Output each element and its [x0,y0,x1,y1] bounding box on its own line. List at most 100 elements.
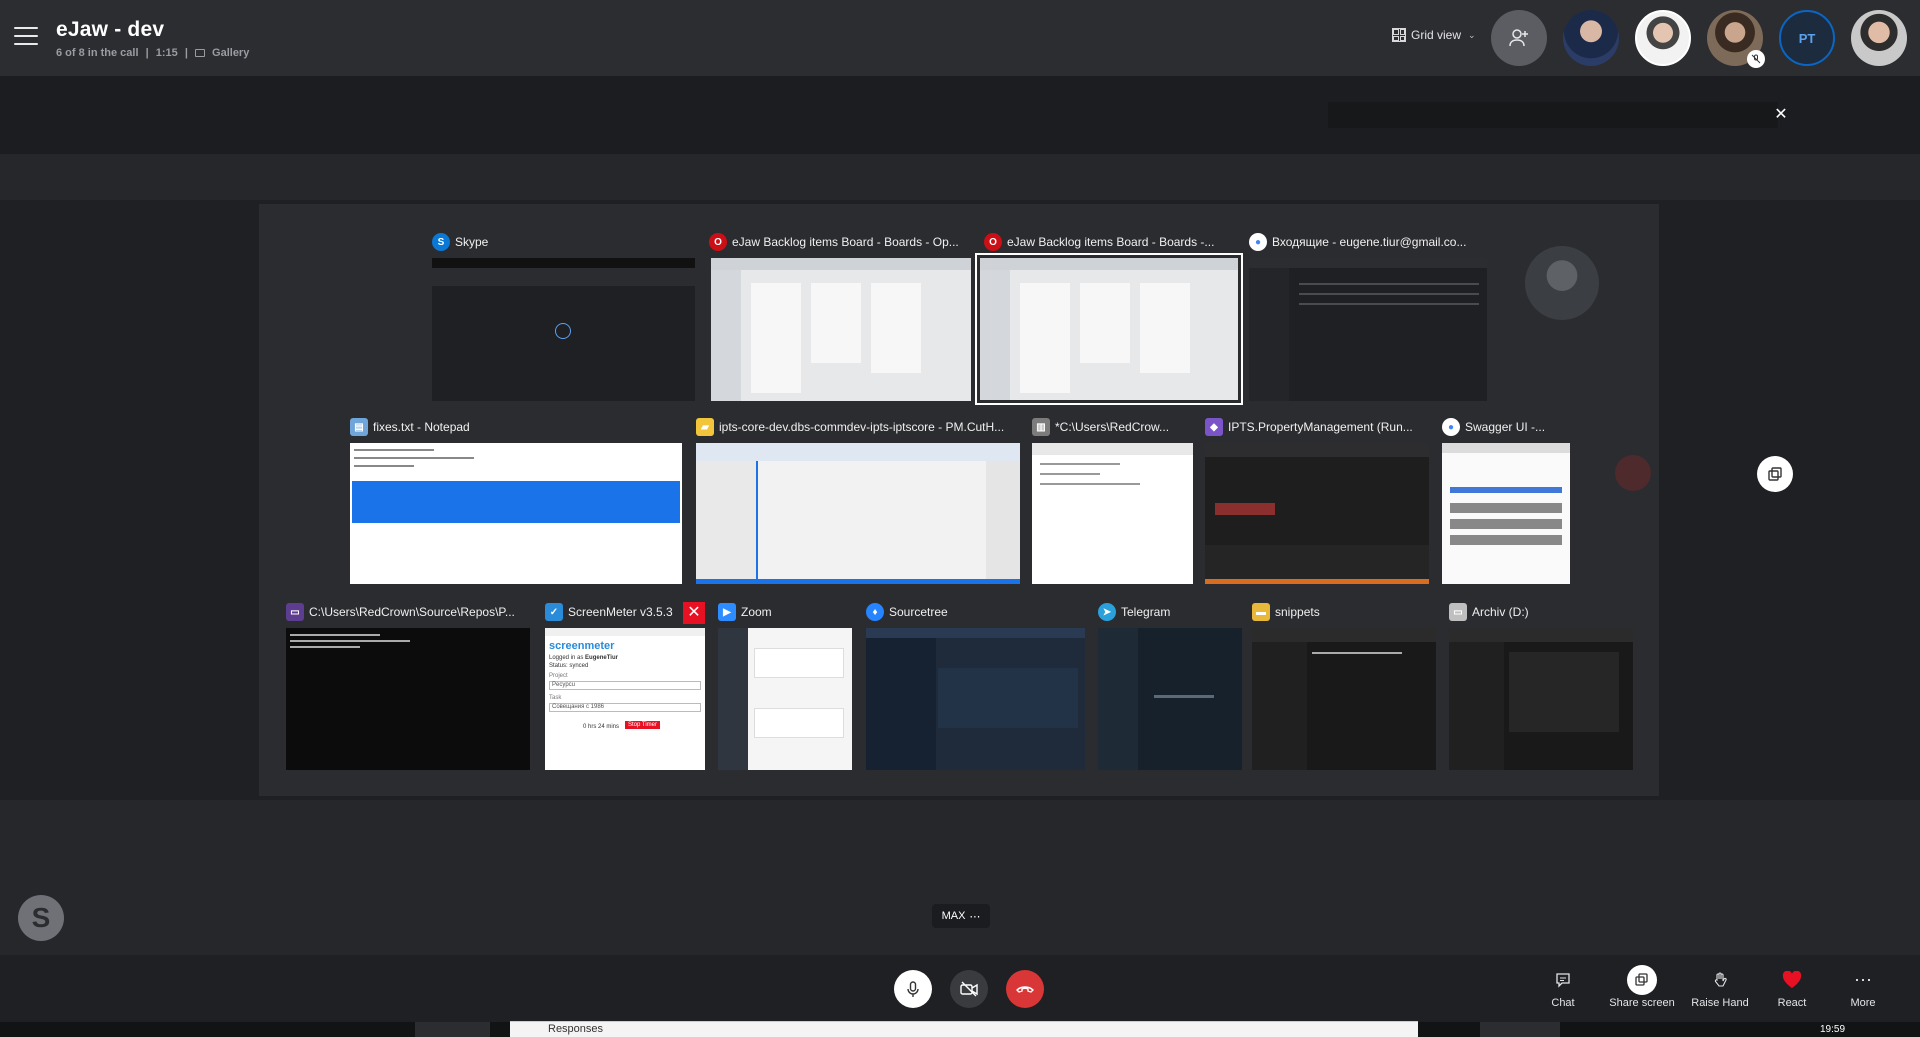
call-duration: 1:15 [155,47,178,59]
task-select[interactable]: Cовещания c 1986 [549,703,701,712]
notepad-icon: ▤ [350,418,368,436]
folder-icon: ▰ [696,418,714,436]
raise-hand-button[interactable]: Raise Hand [1685,965,1755,1009]
window-thumbnail-skype[interactable] [432,258,695,401]
window-thumbnail-screenmeter[interactable]: screenmeter Logged in as EugeneTiur Stat… [545,628,705,770]
sourcetree-icon: ♦ [866,603,884,621]
window-label-swagger[interactable]: ● Swagger UI -... [1442,418,1545,436]
participant-avatar[interactable] [1563,10,1619,66]
notification-bar [1328,102,1778,128]
window-label-notepad[interactable]: ▤ fixes.txt - Notepad [350,418,470,436]
skype-logo-icon: S [18,895,64,941]
participant-avatar[interactable] [1707,10,1765,68]
microphone-button[interactable] [894,970,932,1008]
separator: | [145,47,149,59]
participant-video-avatar [1525,246,1599,320]
window-label-opera-backlog-2[interactable]: O eJaw Backlog items Board - Boards -... [984,233,1214,251]
participant-avatar[interactable] [1635,10,1691,66]
taskbar-app[interactable] [415,1022,490,1037]
window-thumbnail-swagger[interactable] [1442,443,1570,584]
chrome-icon: ● [1442,418,1460,436]
window-label-ipts-core[interactable]: ▰ ipts-core-dev.dbs-commdev-ipts-iptscor… [696,418,1004,436]
window-label-console[interactable]: ▭ C:\Users\RedCrown\Source\Repos\P... [286,603,515,621]
window-thumbnail-redcrow-editor[interactable] [1032,443,1193,584]
hamburger-menu-icon[interactable] [14,27,38,47]
more-dots-icon: ⋯ [1854,969,1872,990]
chat-button[interactable]: Chat [1528,965,1598,1009]
popout-window-button[interactable] [1757,456,1793,492]
gallery-icon [194,49,205,57]
share-screen-icon [1635,973,1648,986]
window-label-ipts-vs[interactable]: ◆ IPTS.PropertyManagement (Run... [1205,418,1413,436]
window-thumbnail-archiv[interactable] [1449,628,1633,770]
opera-icon: O [984,233,1002,251]
telegram-icon: ➤ [1098,603,1116,621]
window-thumbnail-console[interactable] [286,628,530,770]
folder-icon: ▬ [1252,603,1270,621]
window-thumbnail-ipts-core[interactable] [696,443,1020,584]
window-label-redcrow-editor[interactable]: ▥ *C:\Users\RedCrow... [1032,418,1169,436]
project-select[interactable]: Pecypcu [549,681,701,690]
camera-button[interactable] [950,970,988,1008]
window-thumbnail-telegram[interactable] [1098,628,1242,770]
window-label-telegram[interactable]: ➤ Telegram [1098,603,1170,621]
popout-icon [1768,467,1782,481]
chevron-down-icon: ⌄ [1468,29,1476,40]
chat-icon [1556,973,1570,988]
call-header: eJaw - dev 6 of 8 in the call | 1:15 | G… [0,0,1920,76]
stop-timer-button[interactable]: Stop Timer [625,721,661,729]
close-window-button[interactable]: ✕ [683,602,705,624]
screenmeter-brand: screenmeter [549,640,615,652]
window-label-opera-backlog-1[interactable]: O eJaw Backlog items Board - Boards - Op… [709,233,959,251]
participant-avatar-initials[interactable]: PT [1779,10,1835,66]
screenmeter-icon: ✓ [545,603,563,621]
hang-up-icon [1016,986,1034,993]
window-thumbnail-opera-backlog-2-selected[interactable] [975,253,1243,405]
window-label-skype[interactable]: S Skype [432,233,488,251]
hand-icon [1714,972,1727,987]
share-screen-button[interactable]: Share screen [1607,965,1677,1009]
camera-off-icon [960,981,978,997]
window-thumbnail-opera-backlog-1[interactable] [711,258,971,401]
microphone-icon [907,981,919,997]
participant-avatar[interactable] [1851,10,1907,66]
zoom-icon: ▶ [718,603,736,621]
window-thumbnail-notepad[interactable] [350,443,682,584]
max-quality-button[interactable]: MAX ⋯ [932,904,990,928]
window-label-snippets[interactable]: ▬ snippets [1252,603,1320,621]
call-subtitle: 6 of 8 in the call | 1:15 | Gallery [56,47,249,59]
window-label-sourcetree[interactable]: ♦ Sourcetree [866,603,948,621]
taskbar-app[interactable] [1480,1022,1560,1037]
chrome-icon: ● [1249,233,1267,251]
heart-icon [1782,971,1802,988]
end-call-ghost-icon [1615,455,1651,491]
window-label-archiv[interactable]: ▭ Archiv (D:) [1449,603,1529,621]
grid-view-button[interactable]: Grid view ⌄ [1392,28,1476,42]
opera-icon: O [709,233,727,251]
responses-tab[interactable]: Responses [510,1021,1418,1037]
window-thumbnail-zoom[interactable] [718,628,852,770]
more-dots-icon: ⋯ [969,910,981,923]
more-button[interactable]: ⋯ More [1828,965,1898,1010]
elapsed-time: 0 hrs 24 mins [583,724,620,730]
visual-studio-icon: ◆ [1205,418,1223,436]
participants-status: 6 of 8 in the call [56,47,139,59]
end-call-button[interactable] [1006,970,1044,1008]
grid-view-label: Grid view [1411,28,1462,42]
window-thumbnail-snippets[interactable] [1252,628,1436,770]
window-thumbnail-sourcetree[interactable] [866,628,1085,770]
muted-mic-icon [1747,50,1765,68]
close-icon[interactable]: ✕ [1771,105,1791,125]
separator: | [184,47,188,59]
window-label-zoom[interactable]: ▶ Zoom [718,603,772,621]
grid-view-icon [1392,28,1406,42]
window-label-gmail-inbox[interactable]: ● Входящие - eugene.tiur@gmail.co... [1249,233,1466,251]
react-button[interactable]: React [1757,965,1827,1009]
add-person-icon [1509,29,1528,47]
skype-icon: S [432,233,450,251]
window-thumbnail-gmail-inbox[interactable] [1249,258,1487,401]
view-mode-label[interactable]: Gallery [212,47,249,59]
window-thumbnail-ipts-vs[interactable] [1205,443,1429,584]
window-label-screenmeter[interactable]: ✓ ScreenMeter v3.5.3 [545,603,673,621]
add-participant-button[interactable] [1491,10,1547,66]
